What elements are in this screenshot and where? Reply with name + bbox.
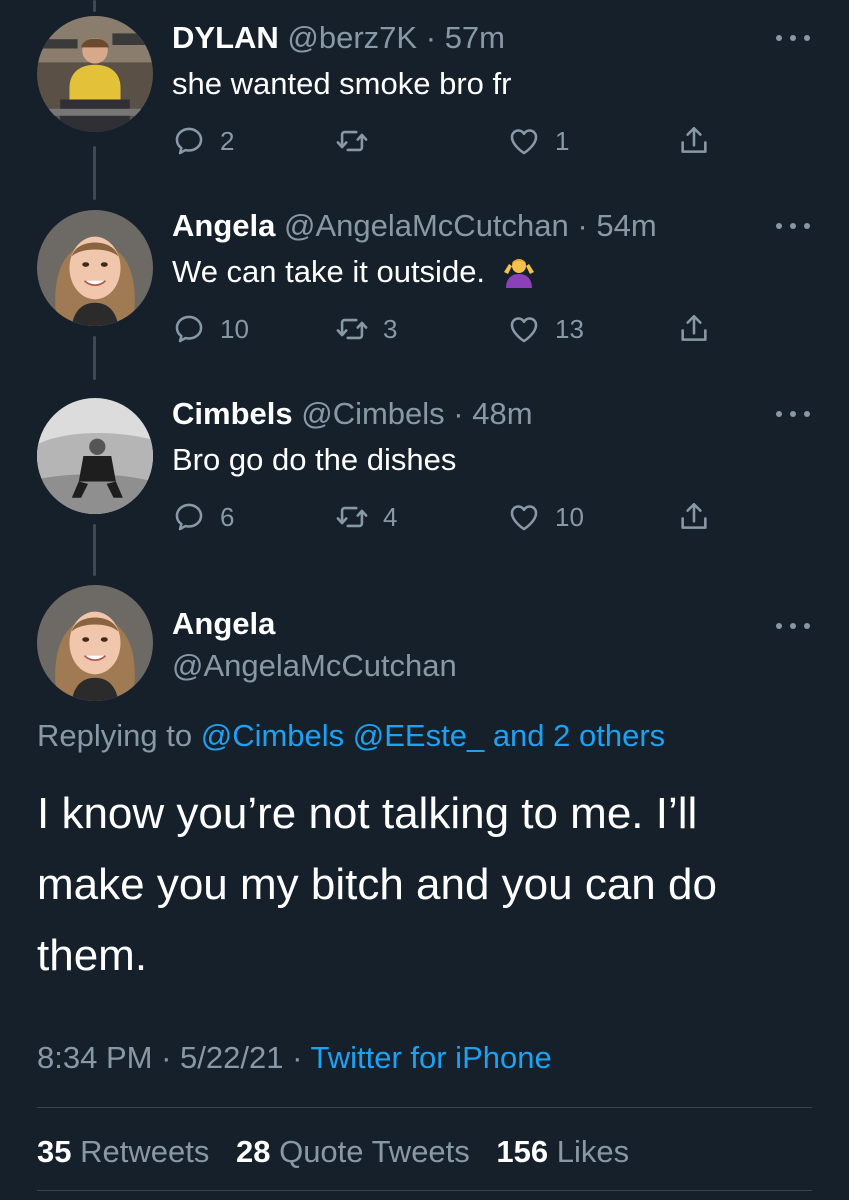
- replying-users-link[interactable]: @Cimbels @EEste_: [201, 718, 484, 753]
- retweet-count: 3: [383, 313, 398, 344]
- quotes-count: 28: [235, 1134, 271, 1169]
- display-name[interactable]: DYLAN: [172, 20, 279, 55]
- tweet-timestamp: 8:34 PM · 5/22/21 · Twitter for iPhone: [37, 1040, 552, 1076]
- likes-label: Likes: [556, 1134, 630, 1169]
- heart-icon: [507, 500, 541, 534]
- retweet-icon: [335, 312, 369, 346]
- tweet-source-link[interactable]: Twitter for iPhone: [310, 1040, 551, 1075]
- divider: [37, 1107, 812, 1108]
- main-tweet-text: I know you’re not talking to me. I’ll ma…: [37, 778, 817, 991]
- display-name[interactable]: Angela: [172, 208, 275, 243]
- tweet-text: she wanted smoke bro fr: [172, 66, 512, 101]
- reply-icon: [172, 500, 206, 534]
- like-count: 1: [555, 125, 570, 156]
- avatar-cimbels-image: [37, 398, 153, 514]
- reply-header: DYLAN @berz7K · 57m: [172, 20, 505, 56]
- tweet-text: Bro go do the dishes: [172, 442, 457, 477]
- like-button[interactable]: 10: [507, 500, 584, 534]
- separator-dot: ·: [292, 1040, 303, 1075]
- reply-button[interactable]: 6: [172, 500, 234, 534]
- share-button[interactable]: [677, 312, 711, 346]
- tweet-date[interactable]: 5/22/21: [180, 1040, 283, 1075]
- handle[interactable]: @berz7K: [287, 20, 417, 55]
- thread-line: [93, 146, 96, 200]
- timestamp[interactable]: 57m: [445, 20, 505, 55]
- main-display-name[interactable]: Angela: [172, 606, 275, 642]
- tweet-text-content: We can take it outside.: [172, 254, 486, 289]
- replying-prefix: Replying to: [37, 718, 193, 753]
- more-options-icon[interactable]: [776, 620, 810, 632]
- reply-button[interactable]: 2: [172, 124, 234, 158]
- separator-dot: ·: [577, 208, 588, 243]
- separator-dot: ·: [161, 1040, 172, 1075]
- likes-count: 156: [496, 1134, 549, 1169]
- share-button[interactable]: [677, 500, 711, 534]
- heart-icon: [507, 312, 541, 346]
- retweet-icon: [335, 500, 369, 534]
- reply-icon: [172, 124, 206, 158]
- person-shrugging-emoji-icon: [503, 259, 534, 288]
- avatar[interactable]: [37, 210, 153, 326]
- avatar-angela-image: [37, 585, 153, 701]
- retweet-button[interactable]: [335, 124, 383, 158]
- main-handle[interactable]: @AngelaMcCutchan: [172, 648, 457, 684]
- display-name[interactable]: Cimbels: [172, 396, 293, 431]
- reply-header: Angela @AngelaMcCutchan · 54m: [172, 208, 657, 244]
- quotes-label: Quote Tweets: [279, 1134, 470, 1169]
- share-icon: [677, 500, 711, 534]
- share-button[interactable]: [677, 124, 711, 158]
- main-tweet-line: make you my bitch and you can do: [37, 860, 717, 909]
- reply-count: 6: [220, 501, 235, 532]
- main-avatar[interactable]: [37, 585, 153, 701]
- timestamp[interactable]: 48m: [472, 396, 532, 431]
- timestamp[interactable]: 54m: [596, 208, 656, 243]
- share-icon: [677, 312, 711, 346]
- retweet-icon: [335, 124, 369, 158]
- retweet-button[interactable]: 3: [335, 312, 397, 346]
- separator-dot: ·: [425, 20, 437, 55]
- avatar[interactable]: [37, 398, 153, 514]
- main-tweet-line: I know you’re not talking to me. I’ll: [37, 789, 698, 838]
- avatar[interactable]: [37, 16, 153, 132]
- reply-header: Cimbels @Cimbels · 48m: [172, 396, 533, 432]
- retweets-label: Retweets: [80, 1134, 210, 1169]
- retweet-count: 4: [383, 501, 398, 532]
- likes-stat[interactable]: 156 Likes: [496, 1134, 629, 1169]
- avatar-dylan-image: [37, 16, 153, 132]
- like-button[interactable]: 13: [507, 312, 584, 346]
- thread-line: [93, 524, 96, 576]
- handle[interactable]: @Cimbels: [301, 396, 444, 431]
- avatar-angela-image: [37, 210, 153, 326]
- replying-to: Replying to @Cimbels @EEste_ and 2 other…: [37, 718, 665, 754]
- separator-dot: ·: [453, 396, 464, 431]
- reply-count: 2: [220, 125, 235, 156]
- main-tweet-line: them.: [37, 931, 148, 980]
- tweet-time[interactable]: 8:34 PM: [37, 1040, 152, 1075]
- more-options-icon[interactable]: [776, 408, 810, 420]
- tweet-stats: 35 Retweets 28 Quote Tweets 156 Likes: [37, 1134, 629, 1170]
- heart-icon: [507, 124, 541, 158]
- divider: [37, 1190, 812, 1191]
- tweet-text: We can take it outside.: [172, 254, 536, 290]
- like-count: 10: [555, 501, 584, 532]
- thread-line: [93, 0, 96, 12]
- like-button[interactable]: 1: [507, 124, 569, 158]
- like-count: 13: [555, 313, 584, 344]
- reply-button[interactable]: 10: [172, 312, 249, 346]
- reply-count: 10: [220, 313, 249, 344]
- handle[interactable]: @AngelaMcCutchan: [284, 208, 569, 243]
- retweet-button[interactable]: 4: [335, 500, 397, 534]
- share-icon: [677, 124, 711, 158]
- reply-icon: [172, 312, 206, 346]
- more-options-icon[interactable]: [776, 220, 810, 232]
- replying-others-link[interactable]: and 2 others: [493, 718, 665, 753]
- more-options-icon[interactable]: [776, 32, 810, 44]
- retweets-count: 35: [37, 1134, 72, 1169]
- quotes-stat[interactable]: 28 Quote Tweets: [236, 1134, 470, 1169]
- thread-line: [93, 336, 96, 380]
- retweets-stat[interactable]: 35 Retweets: [37, 1134, 209, 1169]
